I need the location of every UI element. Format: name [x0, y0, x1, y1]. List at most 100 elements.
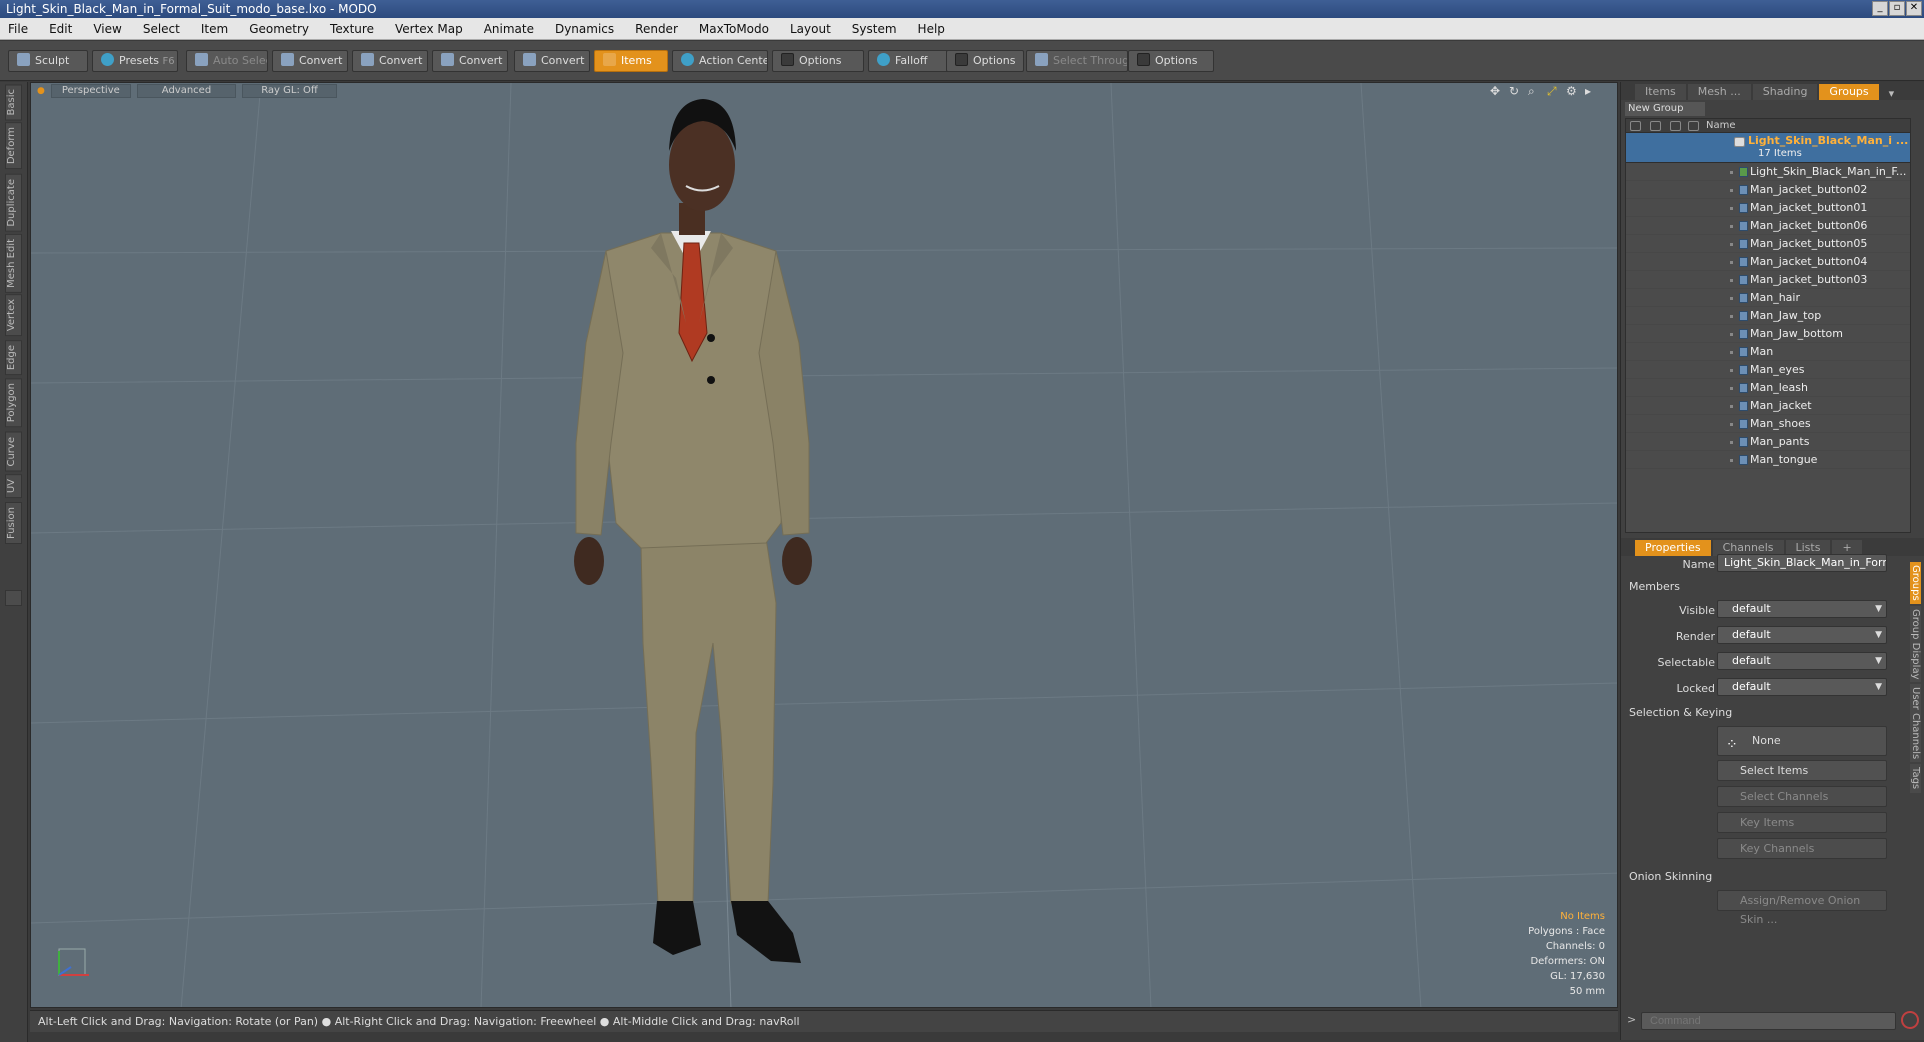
list-item[interactable]: Man_jacket_button06	[1626, 217, 1910, 235]
action-center-button[interactable]: Action Center	[672, 50, 768, 72]
side-tab-tags[interactable]: Tags	[1910, 764, 1921, 793]
side-tab-user-channels[interactable]: User Channels	[1910, 684, 1921, 763]
3d-viewport[interactable]: ● Perspective Advanced Ray GL: Off ✥ ↻ ⌕…	[30, 82, 1618, 1008]
onion-skinning-section[interactable]: Onion Skinning	[1629, 870, 1712, 883]
menu-render[interactable]: Render	[635, 22, 678, 36]
list-item[interactable]: Man_eyes	[1626, 361, 1910, 379]
tab-mesh-edit[interactable]: Mesh Edit	[5, 234, 22, 293]
sculpt-button[interactable]: Sculpt	[8, 50, 88, 72]
list-item[interactable]: Man_Jaw_bottom	[1626, 325, 1910, 343]
none-button[interactable]: ⁘ None	[1717, 726, 1887, 756]
character-model[interactable]	[31, 83, 1618, 1008]
tab-vertex[interactable]: Vertex	[5, 294, 22, 337]
select-channels-button[interactable]: Select Channels	[1717, 786, 1887, 807]
render-dropdown[interactable]: default ▼	[1717, 626, 1887, 644]
list-item[interactable]: Man_jacket	[1626, 397, 1910, 415]
list-item[interactable]: Man_pants	[1626, 433, 1910, 451]
selectable-dropdown[interactable]: default ▼	[1717, 652, 1887, 670]
menu-edit[interactable]: Edit	[49, 22, 72, 36]
menu-texture[interactable]: Texture	[330, 22, 374, 36]
pan-icon[interactable]: ✥	[1490, 85, 1502, 97]
list-item[interactable]: Man_Jaw_top	[1626, 307, 1910, 325]
panel-toggle[interactable]	[5, 590, 22, 606]
tab-mesh[interactable]: Mesh ...	[1687, 84, 1751, 100]
view-mode-button[interactable]: Perspective	[50, 84, 131, 98]
assign-onion-skin-button[interactable]: Assign/Remove Onion Skin ...	[1717, 890, 1887, 926]
convert-button-3[interactable]: Convert	[432, 50, 508, 72]
tab-items[interactable]: Items	[1635, 84, 1686, 100]
raygl-button[interactable]: Ray GL: Off	[242, 84, 337, 98]
tab-groups[interactable]: Groups	[1819, 84, 1879, 100]
list-item[interactable]: Light_Skin_Black_Man_in_F...	[1626, 163, 1910, 181]
options-button-3[interactable]: Options	[1128, 50, 1214, 72]
side-tab-groups[interactable]: Groups	[1910, 562, 1921, 604]
key-channels-button[interactable]: Key Channels	[1717, 838, 1887, 859]
tab-edge[interactable]: Edge	[5, 340, 22, 376]
list-item[interactable]: Man_shoes	[1626, 415, 1910, 433]
convert-button-2[interactable]: Convert	[352, 50, 428, 72]
list-item[interactable]: Man_jacket_button02	[1626, 181, 1910, 199]
name-column-header[interactable]: Name	[1706, 120, 1736, 131]
new-group-button[interactable]: New Group	[1625, 102, 1705, 116]
menu-help[interactable]: Help	[918, 22, 945, 36]
list-item[interactable]: Man_tongue	[1626, 451, 1910, 469]
minimize-icon[interactable]: _	[1872, 1, 1888, 16]
select-items-button[interactable]: Select Items	[1717, 760, 1887, 781]
list-item[interactable]: Man_jacket_button03	[1626, 271, 1910, 289]
menu-dynamics[interactable]: Dynamics	[555, 22, 614, 36]
zoom-icon[interactable]: ⌕	[1528, 85, 1540, 97]
convert-button-4[interactable]: Convert	[514, 50, 590, 72]
menu-item[interactable]: Item	[201, 22, 228, 36]
falloff-button[interactable]: Falloff	[868, 50, 950, 72]
tab-uv[interactable]: UV	[5, 474, 22, 499]
tab-menu-icon[interactable]: ▾	[1889, 87, 1895, 100]
list-item[interactable]: Man_jacket_button04	[1626, 253, 1910, 271]
command-input[interactable]	[1641, 1012, 1896, 1030]
tab-deform[interactable]: Deform	[5, 122, 22, 170]
visibility-col-icon[interactable]	[1630, 121, 1641, 131]
members-section[interactable]: Members	[1629, 580, 1680, 593]
group-row[interactable]: Light_Skin_Black_Man_i ... 17 Items	[1626, 133, 1910, 163]
tab-shading[interactable]: Shading	[1752, 84, 1818, 100]
settings-icon[interactable]: ⚙	[1566, 85, 1578, 97]
convert-button-1[interactable]: Convert	[272, 50, 348, 72]
select-col-icon[interactable]	[1688, 121, 1699, 131]
side-tab-group-display[interactable]: Group Display	[1910, 605, 1921, 683]
shading-mode-button[interactable]: Advanced	[136, 84, 237, 98]
locked-dropdown[interactable]: default ▼	[1717, 678, 1887, 696]
lock-col-icon[interactable]	[1670, 121, 1681, 131]
menu-select[interactable]: Select	[143, 22, 180, 36]
key-items-button[interactable]: Key Items	[1717, 812, 1887, 833]
menu-system[interactable]: System	[852, 22, 897, 36]
selection-keying-section[interactable]: Selection & Keying	[1629, 706, 1732, 719]
auto-select-button[interactable]: Auto Select	[186, 50, 268, 72]
group-name-field[interactable]: Light_Skin_Black_Man_in_Formal	[1717, 554, 1887, 572]
list-item[interactable]: Man_hair	[1626, 289, 1910, 307]
close-icon[interactable]: ✕	[1906, 1, 1922, 16]
menu-animate[interactable]: Animate	[484, 22, 534, 36]
items-mode-button[interactable]: Items	[594, 50, 668, 72]
tab-basic[interactable]: Basic	[5, 84, 22, 121]
menu-maxtomodo[interactable]: MaxToModo	[699, 22, 769, 36]
menu-vertex-map[interactable]: Vertex Map	[395, 22, 463, 36]
menu-layout[interactable]: Layout	[790, 22, 831, 36]
render-col-icon[interactable]	[1650, 121, 1661, 131]
list-item[interactable]: Man_jacket_button05	[1626, 235, 1910, 253]
fit-icon[interactable]: ⤢	[1547, 85, 1559, 97]
expand-arrow-icon[interactable]: ▸	[1585, 85, 1597, 97]
tab-fusion[interactable]: Fusion	[5, 502, 22, 544]
tab-duplicate[interactable]: Duplicate	[5, 174, 22, 232]
record-icon[interactable]	[1901, 1011, 1919, 1029]
tab-curve[interactable]: Curve	[5, 432, 22, 472]
viewport-dot-icon[interactable]: ●	[37, 86, 45, 96]
maximize-icon[interactable]: ▫	[1889, 1, 1905, 16]
presets-button[interactable]: Presets F6	[92, 50, 178, 72]
menu-geometry[interactable]: Geometry	[249, 22, 309, 36]
menu-view[interactable]: View	[93, 22, 121, 36]
list-item[interactable]: Man_leash	[1626, 379, 1910, 397]
tab-polygon[interactable]: Polygon	[5, 378, 22, 428]
list-item[interactable]: Man	[1626, 343, 1910, 361]
list-item[interactable]: Man_jacket_button01	[1626, 199, 1910, 217]
options-button-1[interactable]: Options	[772, 50, 864, 72]
options-button-2[interactable]: Options	[946, 50, 1024, 72]
